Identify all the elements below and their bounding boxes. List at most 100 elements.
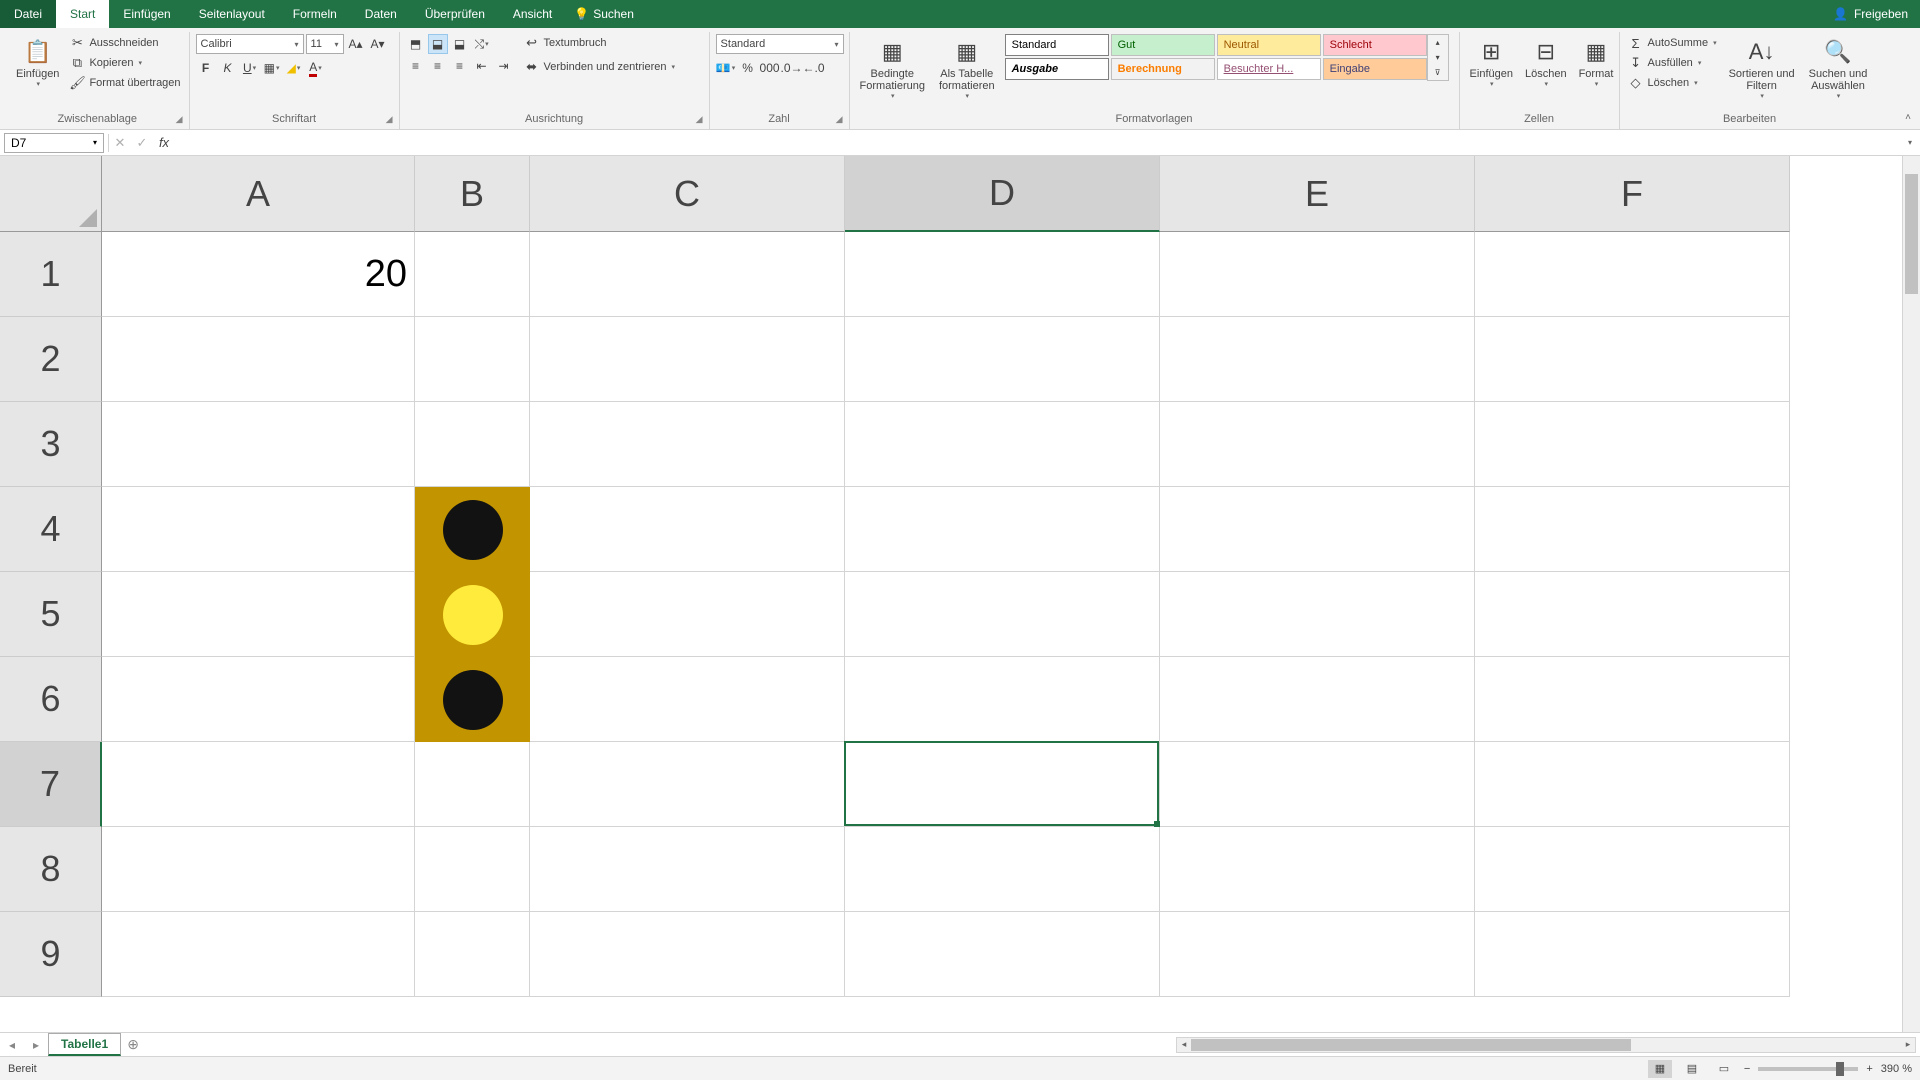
merge-center-button[interactable]: ⬌Verbinden und zentrieren▾ (522, 58, 677, 76)
freigeben-button[interactable]: Freigeben (1854, 7, 1908, 21)
style-neutral[interactable]: Neutral (1217, 34, 1321, 56)
style-besucht[interactable]: Besuchter H... (1217, 58, 1321, 80)
cell[interactable] (845, 657, 1160, 742)
autosum-button[interactable]: ΣAutoSumme▾ (1626, 34, 1719, 52)
tell-me-search[interactable]: 💡 Suchen (574, 0, 634, 28)
format-painter-button[interactable]: 🖌Format übertragen (67, 74, 182, 92)
expand-formula-bar-button[interactable]: ▾ (1900, 138, 1920, 147)
comma-format-button[interactable]: 000 (760, 58, 780, 78)
paste-button[interactable]: 📋 Einfügen ▾ (12, 34, 63, 90)
sheet-nav-prev[interactable]: ◂ (0, 1038, 24, 1052)
cell[interactable] (845, 912, 1160, 997)
cell[interactable] (1475, 572, 1790, 657)
enter-formula-button[interactable]: ✓ (131, 133, 153, 153)
format-as-table-button[interactable]: ▦Als Tabelle formatieren▾ (935, 34, 999, 102)
style-berechnung[interactable]: Berechnung (1111, 58, 1215, 80)
cell[interactable] (530, 912, 845, 997)
cell[interactable] (1160, 912, 1475, 997)
tab-formeln[interactable]: Formeln (279, 0, 351, 28)
align-middle-button[interactable]: ⬓ (428, 34, 448, 54)
cell[interactable] (415, 402, 530, 487)
tab-seitenlayout[interactable]: Seitenlayout (185, 0, 279, 28)
sheet-nav-next[interactable]: ▸ (24, 1038, 48, 1052)
tab-einfuegen[interactable]: Einfügen (109, 0, 184, 28)
cell[interactable] (1475, 402, 1790, 487)
cell[interactable] (102, 572, 415, 657)
font-color-button[interactable]: A▾ (306, 58, 326, 78)
name-box[interactable]: D7▾ (4, 133, 104, 153)
gallery-more-button[interactable]: ⊽ (1428, 65, 1448, 80)
insert-function-button[interactable]: fx (153, 133, 175, 153)
row-header[interactable]: 9 (0, 912, 102, 997)
decrease-decimal-button[interactable]: ←.0 (804, 58, 824, 78)
cell[interactable] (102, 912, 415, 997)
hscroll-left[interactable]: ◂ (1177, 1038, 1191, 1052)
cell[interactable] (415, 232, 530, 317)
cell[interactable] (1160, 402, 1475, 487)
underline-button[interactable]: U▾ (240, 58, 260, 78)
copy-button[interactable]: ⧉Kopieren▾ (67, 54, 182, 72)
row-header[interactable]: 4 (0, 487, 102, 572)
style-eingabe[interactable]: Eingabe (1323, 58, 1427, 80)
scrollbar-thumb[interactable] (1191, 1039, 1631, 1051)
cell[interactable] (845, 487, 1160, 572)
increase-font-button[interactable]: A▴ (346, 34, 366, 54)
dialog-launcher-icon[interactable]: ◢ (836, 114, 843, 125)
tab-start[interactable]: Start (56, 0, 109, 28)
cell[interactable] (102, 827, 415, 912)
zoom-slider-knob[interactable] (1836, 1062, 1844, 1076)
style-standard[interactable]: Standard (1005, 34, 1109, 56)
cell[interactable] (530, 402, 845, 487)
format-cells-button[interactable]: ▦Format▾ (1575, 34, 1618, 90)
sheet-tab-active[interactable]: Tabelle1 (48, 1033, 121, 1056)
italic-button[interactable]: K (218, 58, 238, 78)
zoom-in-button[interactable]: + (1866, 1063, 1872, 1075)
column-header[interactable]: A (102, 156, 415, 232)
font-name-combo[interactable]: Calibri▾ (196, 34, 304, 54)
cell-styles-gallery[interactable]: Standard Gut Neutral Schlecht Ausgabe Be… (1005, 34, 1427, 81)
cell[interactable] (1160, 232, 1475, 317)
sort-filter-button[interactable]: A↓Sortieren und Filtern▾ (1725, 34, 1799, 102)
row-header[interactable]: 3 (0, 402, 102, 487)
dialog-launcher-icon[interactable]: ◢ (176, 114, 183, 125)
view-page-layout-button[interactable]: ▤ (1680, 1060, 1704, 1078)
traffic-light-shape[interactable] (415, 487, 530, 742)
cell[interactable] (1475, 317, 1790, 402)
cell[interactable] (102, 657, 415, 742)
cell[interactable] (1160, 827, 1475, 912)
formula-input[interactable] (175, 133, 1900, 153)
cell[interactable] (845, 232, 1160, 317)
cell[interactable] (1160, 487, 1475, 572)
cell[interactable] (845, 572, 1160, 657)
scrollbar-thumb[interactable] (1905, 174, 1918, 294)
view-page-break-button[interactable]: ▭ (1712, 1060, 1736, 1078)
column-header[interactable]: F (1475, 156, 1790, 232)
style-ausgabe[interactable]: Ausgabe (1005, 58, 1109, 80)
increase-indent-button[interactable]: ⇥ (494, 56, 514, 76)
cell[interactable] (530, 487, 845, 572)
cell[interactable] (102, 402, 415, 487)
fill-button[interactable]: ↧Ausfüllen▾ (1626, 54, 1719, 72)
cell[interactable] (1475, 742, 1790, 827)
cell[interactable] (415, 317, 530, 402)
cell[interactable] (1160, 317, 1475, 402)
cell[interactable] (845, 317, 1160, 402)
cell[interactable] (1475, 657, 1790, 742)
row-header[interactable]: 2 (0, 317, 102, 402)
align-top-button[interactable]: ⬒ (406, 34, 426, 54)
cell-A1[interactable]: 20 (102, 232, 415, 317)
number-format-combo[interactable]: Standard▾ (716, 34, 844, 54)
cell[interactable] (415, 742, 530, 827)
column-header[interactable]: D (845, 156, 1160, 232)
cell[interactable] (530, 572, 845, 657)
cell[interactable] (845, 742, 1160, 827)
fill-color-button[interactable]: ◢▾ (284, 58, 304, 78)
font-size-combo[interactable]: 11▾ (306, 34, 344, 54)
hscroll-right[interactable]: ▸ (1901, 1038, 1915, 1052)
align-right-button[interactable]: ≡ (450, 56, 470, 76)
accounting-format-button[interactable]: 💶▾ (716, 58, 736, 78)
find-select-button[interactable]: 🔍Suchen und Auswählen▾ (1805, 34, 1872, 102)
tab-ueberpruefen[interactable]: Überprüfen (411, 0, 499, 28)
cells-area[interactable]: 20 (102, 232, 1902, 1032)
decrease-indent-button[interactable]: ⇤ (472, 56, 492, 76)
